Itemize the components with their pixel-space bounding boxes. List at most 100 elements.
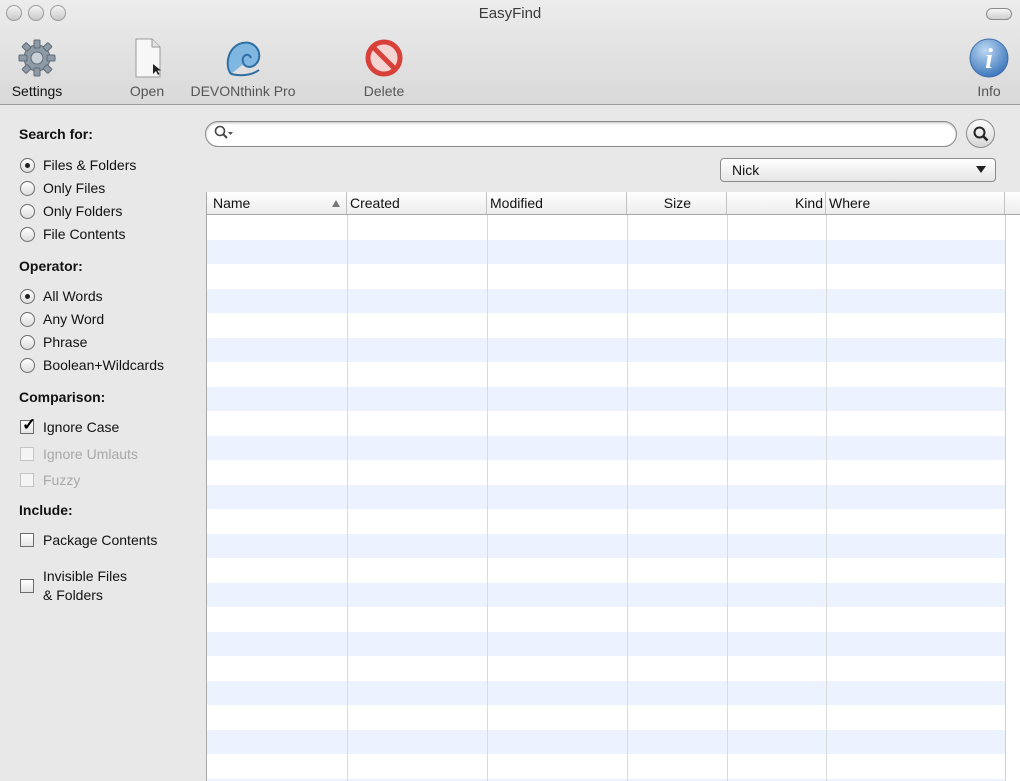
- radio-any-word[interactable]: Any Word: [20, 311, 104, 327]
- column-header-created[interactable]: Created: [347, 192, 487, 214]
- location-value: Nick: [732, 162, 760, 178]
- table-header: Name Created Modified Size Kind Where: [207, 192, 1020, 215]
- search-for-heading: Search for:: [19, 126, 93, 142]
- table-row[interactable]: [207, 729, 1005, 754]
- info-icon: i: [962, 34, 1016, 82]
- settings-label: Settings: [11, 83, 63, 99]
- devonthink-button[interactable]: DEVONthink Pro: [182, 34, 304, 99]
- radio-only-folders[interactable]: Only Folders: [20, 203, 122, 219]
- table-row[interactable]: [207, 362, 1005, 387]
- radio-button[interactable]: [20, 157, 35, 173]
- table-row[interactable]: [207, 631, 1005, 656]
- radio-button[interactable]: [20, 311, 35, 327]
- options-sidebar: Search for: Files & Folders Only Files O…: [0, 105, 200, 781]
- radio-label: Files & Folders: [43, 157, 137, 173]
- table-row[interactable]: [207, 533, 1005, 558]
- include-heading: Include:: [19, 502, 73, 518]
- search-field[interactable]: [205, 121, 957, 147]
- column-header-modified[interactable]: Modified: [487, 192, 627, 214]
- invisible-label-line1: Invisible Files: [43, 568, 128, 584]
- table-row[interactable]: [207, 460, 1005, 485]
- location-select[interactable]: Nick: [720, 158, 996, 182]
- search-icon[interactable]: [214, 125, 234, 144]
- table-row[interactable]: [207, 288, 1005, 313]
- radio-files-folders[interactable]: Files & Folders: [20, 157, 136, 173]
- column-divider: [627, 215, 628, 781]
- checkbox: [20, 447, 34, 461]
- radio-button[interactable]: [20, 334, 35, 350]
- table-row[interactable]: [207, 509, 1005, 534]
- checkbox-label: Ignore Case: [43, 419, 120, 435]
- column-header-size[interactable]: Size: [627, 192, 727, 214]
- delete-button[interactable]: Delete: [350, 34, 418, 99]
- checkbox[interactable]: ✓: [20, 415, 36, 434]
- radio-file-contents[interactable]: File Contents: [20, 226, 125, 242]
- radio-phrase[interactable]: Phrase: [20, 334, 87, 350]
- window-title: EasyFind: [478, 5, 542, 22]
- column-divider: [727, 215, 728, 781]
- svg-text:i: i: [985, 44, 993, 75]
- vertical-scrollbar[interactable]: [1005, 215, 1020, 781]
- table-body[interactable]: [207, 215, 1005, 781]
- table-row[interactable]: [207, 313, 1005, 338]
- table-row[interactable]: [207, 215, 1005, 240]
- checkbox-invisible-files[interactable]: Invisible Files & Folders: [20, 567, 127, 605]
- checkbox-ignore-umlauts: Ignore Umlauts: [20, 446, 138, 462]
- radio-button[interactable]: [20, 226, 35, 242]
- table-row[interactable]: [207, 558, 1005, 583]
- radio-boolean-wildcards[interactable]: Boolean+Wildcards: [20, 357, 164, 373]
- column-divider: [826, 215, 827, 781]
- column-header-label: Created: [350, 195, 400, 211]
- table-row[interactable]: [207, 411, 1005, 436]
- table-row[interactable]: [207, 754, 1005, 779]
- checkbox[interactable]: [20, 533, 34, 547]
- table-row[interactable]: [207, 705, 1005, 730]
- column-header-name[interactable]: Name: [207, 192, 347, 214]
- checkmark-icon: ✓: [22, 415, 37, 434]
- column-header-label: Size: [663, 195, 691, 211]
- column-header-label: Kind: [794, 195, 823, 211]
- table-row[interactable]: [207, 656, 1005, 681]
- table-row[interactable]: [207, 264, 1005, 289]
- radio-button[interactable]: [20, 203, 35, 219]
- search-input[interactable]: [236, 125, 940, 145]
- radio-label: Phrase: [43, 334, 88, 350]
- radio-all-words[interactable]: All Words: [20, 288, 103, 304]
- info-button[interactable]: i Info: [962, 34, 1016, 99]
- results-table[interactable]: Name Created Modified Size Kind Where: [206, 192, 1020, 781]
- column-header-kind[interactable]: Kind: [727, 192, 826, 214]
- table-row[interactable]: [207, 337, 1005, 362]
- table-row[interactable]: [207, 239, 1005, 264]
- table-row[interactable]: [207, 386, 1005, 411]
- checkbox-package-contents[interactable]: Package Contents: [20, 532, 157, 548]
- open-button[interactable]: Open: [120, 34, 174, 99]
- radio-button[interactable]: [20, 357, 35, 373]
- radio-label: Only Files: [43, 180, 106, 196]
- checkbox-label: Invisible Files & Folders: [43, 567, 127, 605]
- radio-button[interactable]: [20, 288, 35, 304]
- column-divider: [487, 215, 488, 781]
- table-row[interactable]: [207, 484, 1005, 509]
- magnifier-icon: [973, 126, 988, 141]
- info-label: Info: [977, 83, 1001, 99]
- checkbox[interactable]: [20, 579, 34, 593]
- settings-button[interactable]: Settings: [4, 34, 70, 99]
- column-header-where[interactable]: Where: [826, 192, 1005, 214]
- radio-button[interactable]: [20, 180, 35, 196]
- radio-label: File Contents: [43, 226, 126, 242]
- column-divider: [347, 215, 348, 781]
- delete-label: Delete: [363, 83, 405, 99]
- invisible-label-line2: & Folders: [43, 587, 103, 603]
- table-row[interactable]: [207, 435, 1005, 460]
- checkbox-label: Ignore Umlauts: [43, 446, 138, 462]
- checkbox-ignore-case[interactable]: ✓ Ignore Case: [20, 415, 120, 435]
- table-row[interactable]: [207, 680, 1005, 705]
- radio-only-files[interactable]: Only Files: [20, 180, 105, 196]
- search-button[interactable]: [966, 119, 995, 148]
- table-row[interactable]: [207, 582, 1005, 607]
- table-row[interactable]: [207, 607, 1005, 632]
- easyfind-window: EasyFind Settings Open DEVONthink Pro De…: [0, 0, 1020, 781]
- toolbar-toggle-button[interactable]: [986, 8, 1012, 20]
- chevron-down-icon: [976, 166, 986, 173]
- checkbox-fuzzy: Fuzzy: [20, 472, 80, 488]
